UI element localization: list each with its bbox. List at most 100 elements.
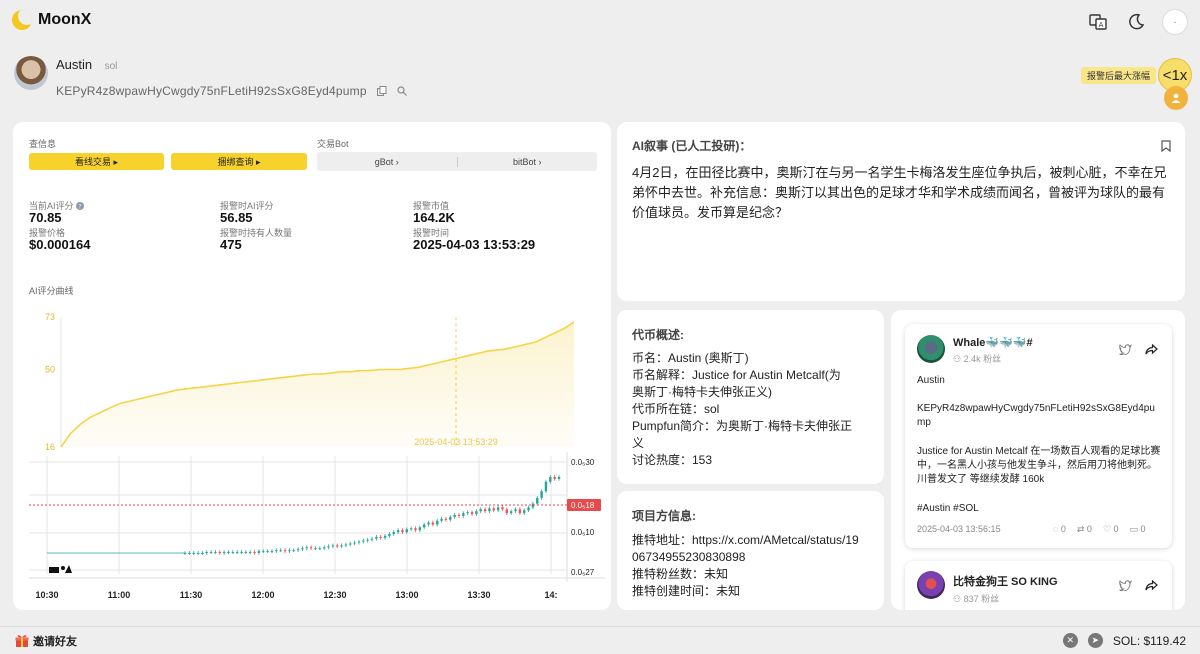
search-icon[interactable] (397, 86, 407, 96)
candle-body (336, 545, 339, 547)
tweet-author-fans: 837 粉丝 (963, 594, 1000, 604)
twitter-created-line: 推特创建时间：未知 (632, 584, 741, 598)
tweet-author-name[interactable]: 比特金狗王 SO KING (953, 573, 1058, 589)
candle-body (209, 552, 213, 554)
candle-body (396, 530, 400, 533)
gbot-button[interactable]: gBot › (317, 157, 457, 167)
svg-text:?: ? (78, 204, 81, 211)
candle-body (301, 548, 304, 550)
alert-mcap-value: 164.2K (413, 210, 455, 225)
tweet-text-address-2: mp (917, 417, 931, 428)
share-icon[interactable] (1145, 344, 1158, 355)
coin-meaning-line: 币名解释：Justice for Austin Metcalf(为 (632, 368, 841, 382)
bundle-query-button[interactable]: 捆绑查询 ▸ (171, 153, 307, 170)
bot-section-label: 交易Bot (317, 139, 349, 149)
trade-bot-switch: gBot › bitBot › (317, 152, 597, 171)
curve-y-tick: 73 (45, 312, 55, 322)
dark-mode-icon[interactable] (1124, 10, 1148, 34)
sol-price: SOL: $119.42 (1112, 633, 1186, 648)
x-social-icon[interactable]: ✕ (1062, 633, 1078, 648)
followers-icon: ⚇ (953, 594, 964, 604)
curve-y-tick: 16 (45, 442, 55, 452)
candle-body (275, 550, 278, 552)
trade-chart-button[interactable]: 看线交易 ▸ (29, 153, 164, 170)
candle-body (418, 527, 422, 531)
candle-body (357, 541, 361, 543)
candle-body (457, 515, 461, 516)
candle-body (322, 547, 326, 549)
alert-marker-label: 2025-04-03 13:53:29 (414, 437, 498, 447)
candle-body (405, 529, 408, 533)
kline-x-tick: 13:00 (395, 590, 418, 600)
candle-body (453, 515, 456, 517)
twitter-url-line[interactable]: 推特地址：https://x.com/AMetcal/status/19 (632, 532, 877, 549)
twitter-icon[interactable] (1119, 344, 1132, 355)
coin-chain-line: 代币所在链：sol (632, 402, 720, 416)
bitbot-button[interactable]: bitBot › (458, 157, 598, 167)
like-stat[interactable]: ♡ 0 (1103, 524, 1119, 535)
candle-body (544, 481, 548, 492)
account-avatar[interactable]: · (1162, 9, 1188, 35)
kline-x-tick: 10:30 (35, 590, 58, 600)
candle-body (509, 511, 513, 514)
candle-body (353, 542, 356, 544)
kline-bg (25, 452, 605, 602)
tweet-item[interactable]: 比特金狗王 SO KING ⚇ 837 粉丝 (905, 561, 1172, 610)
candle-body (483, 509, 487, 512)
followers-icon: ⚇ (953, 354, 964, 364)
holders-value: 475 (220, 237, 242, 252)
app-name: MoonX (38, 11, 92, 28)
bookmark-icon[interactable] (1161, 140, 1171, 152)
candle-body (514, 509, 517, 512)
candle-body (440, 518, 443, 521)
reply-stat[interactable]: ◌ 0 (1053, 524, 1066, 535)
pumpfun-intro-line-2: 义 (632, 436, 645, 450)
candle-body (370, 538, 374, 540)
top-bar: MoonX A · (0, 0, 1200, 40)
candle-body (557, 477, 561, 479)
candle-body (227, 552, 230, 554)
twitter-icon[interactable] (1119, 580, 1132, 591)
candle-body (505, 509, 509, 514)
candle-body (527, 507, 530, 511)
retweet-stat[interactable]: ⇄ 0 (1077, 524, 1092, 535)
candle-body (349, 543, 352, 545)
candle-body (431, 522, 435, 525)
token-chain: sol (104, 61, 118, 72)
tweet-time: 2025-04-03 13:56:15 (917, 524, 1001, 534)
candle-body (462, 513, 465, 516)
candle-body (540, 491, 543, 498)
candle-body (449, 516, 452, 520)
candle-body (488, 508, 491, 512)
candle-body (379, 536, 382, 538)
tweet-author-name[interactable]: Whale🐳🐳🐳# (953, 336, 1033, 349)
share-icon[interactable] (1145, 580, 1158, 591)
candle-body (270, 551, 274, 553)
price-candlestick-chart[interactable]: 10:30 11:00 11:30 12:00 12:30 13:00 13:30 14: 0.… (25, 452, 605, 602)
candle-body (222, 552, 226, 554)
token-address[interactable]: KEPyR4z8wpawHyCwgdy75nFLetiH92sSxG8Eyd4p… (56, 84, 367, 98)
ai-narrative-card: AI叙事 (已人工投研)： 4月2日，在田径比赛中，奥斯汀在与另一名学生卡梅洛发… (617, 122, 1185, 301)
telegram-icon[interactable]: ➤ (1087, 633, 1103, 648)
tweet-item[interactable]: Whale🐳🐳🐳# ⚇ 2.4k 粉丝 Austin KEPyR4z8wpawH… (905, 324, 1172, 548)
coin-name-line: 币名：Austin (奥斯丁) (632, 351, 749, 365)
logo[interactable]: MoonX (12, 10, 91, 30)
invite-friends-button[interactable]: 邀请好友 (15, 633, 77, 649)
discussion-heat-line: 讨论热度：153 (632, 453, 713, 467)
candle-body (492, 508, 495, 511)
curve-area (61, 321, 574, 447)
candle-body (340, 545, 343, 547)
candle-body (253, 552, 256, 554)
twitter-url-line-2[interactable]: 06734955230830898 (632, 549, 877, 566)
candle-body (366, 539, 369, 541)
alert-time-value: 2025-04-03 13:53:29 (413, 237, 536, 252)
coin-meaning-line-2: 奥斯丁·梅特卡夫伸张正义) (632, 385, 772, 399)
user-icon[interactable] (1164, 86, 1188, 110)
kline-y-tick: 0.0₅27 (571, 568, 595, 577)
moon-logo-icon (12, 10, 32, 30)
bookmark-stat[interactable]: ▭ 0 (1130, 524, 1146, 535)
tweet-hashtags: #Austin #SOL (917, 503, 979, 514)
translate-icon[interactable]: A (1086, 10, 1110, 34)
copy-icon[interactable] (376, 86, 387, 96)
help-icon[interactable]: ? (76, 202, 85, 211)
